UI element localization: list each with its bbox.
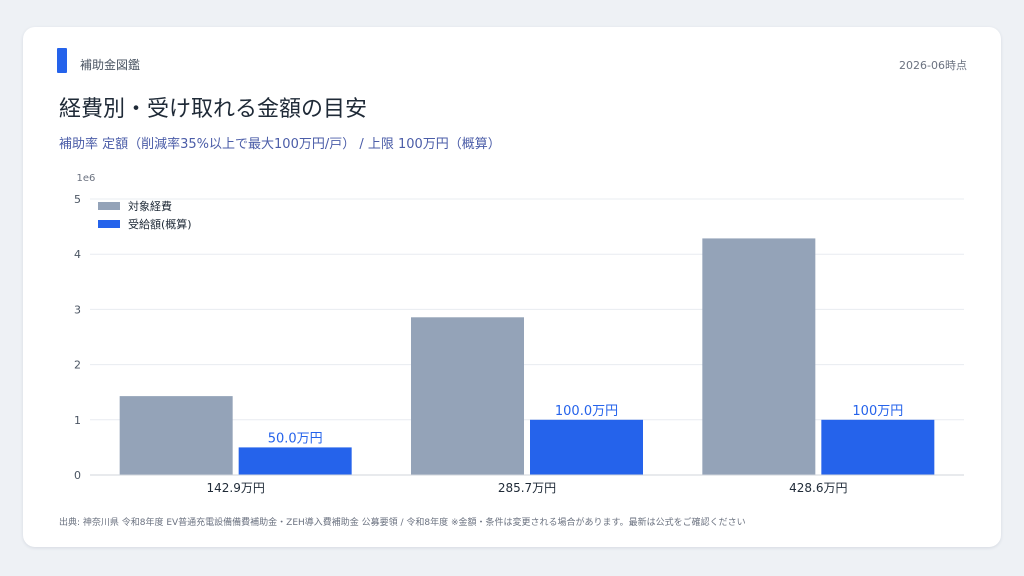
bar-subsidy: [821, 419, 935, 475]
x-tick-label: 428.6万円: [789, 481, 847, 495]
bar-data-label: 100万円: [852, 404, 903, 419]
source-footnote: 出典: 神奈川県 令和8年度 EV普通充電設備備費補助金・ZEH導入費補助金 公…: [59, 518, 746, 528]
y-tick-label: 2: [74, 359, 81, 372]
y-tick-label: 0: [74, 469, 81, 482]
bar-expense: [411, 317, 524, 475]
y-axis-offset-label: 1e6: [77, 173, 96, 184]
bar-data-label: 50.0万円: [268, 431, 323, 446]
legend-label: 対象経費: [128, 199, 172, 213]
bar-data-label: 100.0万円: [555, 404, 618, 419]
y-tick-label: 1: [74, 414, 81, 427]
bar-subsidy: [530, 419, 643, 475]
bar-expense: [119, 396, 233, 475]
legend-swatch: [98, 220, 120, 228]
bar-subsidy: [238, 447, 352, 475]
x-tick-label: 142.9万円: [206, 481, 264, 495]
main-card: 補助金図鑑 2026-06時点 経費別・受け取れる金額の目安 補助率 定額（削減…: [23, 27, 1001, 547]
y-tick-label: 3: [74, 303, 81, 316]
legend-swatch: [98, 202, 120, 210]
y-tick-label: 4: [74, 248, 81, 261]
x-tick-label: 285.7万円: [498, 481, 556, 495]
bar-expense: [702, 238, 816, 475]
y-tick-label: 5: [74, 193, 81, 206]
bar-chart: 0 1 2 3 4 5 1e6 50.0万円 142.9万円 100.0万円 285.7万円 100万…: [74, 173, 964, 495]
legend-label: 受給額(概算): [128, 217, 192, 231]
